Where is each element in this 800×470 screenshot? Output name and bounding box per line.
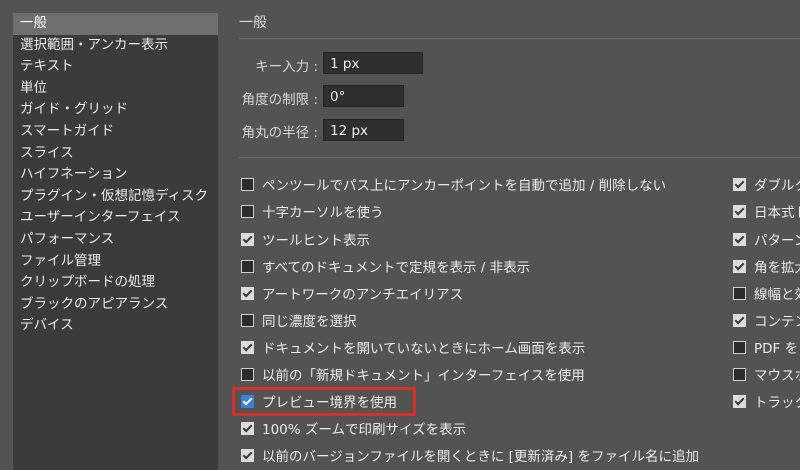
key-input-label: キー入力 : [255,59,318,75]
option-label: ドキュメントを開いていないときにホーム画面を表示 [262,341,586,357]
checkbox[interactable] [241,286,254,300]
option-label: 以前のバージョンファイルを開くときに [更新済み] をファイル名に追加 [262,449,699,465]
sidebar-item-hyphenation[interactable]: ハイフネーション [13,164,218,186]
corner-radius-field[interactable]: 12 px [323,119,404,141]
highlight-annotation [232,387,416,416]
option-right-0[interactable]: ダブルク [733,174,800,194]
option-print-size-100-zoom[interactable]: 100% ズームで印刷サイズを表示 [241,418,466,438]
sidebar-item-devices[interactable]: デバイス [13,315,218,337]
option-label: 角を拡大 [754,260,800,276]
option-show-home-screen[interactable]: ドキュメントを開いていないときにホーム画面を表示 [241,337,585,357]
checkbox[interactable] [241,259,254,273]
checkbox[interactable] [733,177,746,191]
checkbox[interactable] [241,340,254,354]
sidebar-item-black-appearance[interactable]: ブラックのアピアランス [13,294,218,316]
title-divider [239,38,800,39]
sidebar-item-selection-anchor[interactable]: 選択範囲・アンカー表示 [13,35,218,57]
option-precise-cursors[interactable]: 十字カーソルを使う [241,201,384,221]
option-right-8[interactable]: トラック [733,391,800,411]
option-label: ダブルク [754,178,800,194]
angle-constraint-field[interactable]: 0° [323,85,404,107]
option-label: マウスホ [754,368,800,384]
sidebar-item-guides-grid[interactable]: ガイド・グリッド [13,99,218,121]
checkbox[interactable] [733,367,746,381]
checkbox[interactable] [241,421,254,435]
angle-constraint-label: 角度の制限 : [241,92,318,108]
checkbox[interactable] [733,204,746,218]
sidebar-item-slices[interactable]: スライス [13,143,218,165]
option-label: パターン [754,233,800,249]
option-rulers-all-documents[interactable]: すべてのドキュメントで定規を表示 / 非表示 [241,256,530,276]
checkbox[interactable] [241,313,254,327]
option-right-7[interactable]: マウスホ [733,364,800,384]
option-select-same-tint[interactable]: 同じ濃度を選択 [241,310,357,330]
checkbox[interactable] [733,394,746,408]
option-label: 同じ濃度を選択 [262,314,357,330]
option-label: 線幅と効 [754,287,800,303]
preferences-sidebar: 一般 選択範囲・アンカー表示 テキスト 単位 ガイド・グリッド スマートガイド … [13,13,218,470]
sidebar-item-general[interactable]: 一般 [13,13,218,35]
option-append-converted[interactable]: 以前のバージョンファイルを開くときに [更新済み] をファイル名に追加 [241,445,699,465]
option-label: コンテン [754,314,800,330]
checkbox[interactable] [733,232,746,246]
option-legacy-new-document[interactable]: 以前の「新規ドキュメント」インターフェイスを使用 [241,364,585,384]
checkbox[interactable] [241,448,254,462]
corner-radius-label: 角丸の半径 : [241,125,318,141]
key-input-field[interactable]: 1 px [323,52,423,74]
option-right-6[interactable]: PDF を [733,337,798,357]
option-label: ツールヒント表示 [262,233,370,249]
option-right-2[interactable]: パターン [733,229,800,249]
option-label: 十字カーソルを使う [262,205,384,221]
checkbox[interactable] [241,232,254,246]
sidebar-item-user-interface[interactable]: ユーザーインターフェイス [13,207,218,229]
sidebar-item-clipboard[interactable]: クリップボードの処理 [13,272,218,294]
checkbox[interactable] [733,286,746,300]
option-right-4[interactable]: 線幅と効 [733,283,800,303]
checkbox[interactable] [733,259,746,273]
option-right-3[interactable]: 角を拡大 [733,256,800,276]
option-right-1[interactable]: 日本式ト [733,201,800,221]
option-antialiased-artwork[interactable]: アートワークのアンチエイリアス [241,283,463,303]
sidebar-item-text[interactable]: テキスト [13,56,218,78]
checkbox[interactable] [241,367,254,381]
checkbox[interactable] [733,313,746,327]
checkbox[interactable] [241,177,254,191]
checkbox[interactable] [241,204,254,218]
option-show-tool-tips[interactable]: ツールヒント表示 [241,229,370,249]
option-label: 日本式ト [754,205,800,221]
sidebar-item-performance[interactable]: パフォーマンス [13,229,218,251]
option-label: 100% ズームで印刷サイズを表示 [262,422,467,438]
option-label: PDF を [754,341,799,357]
option-label: すべてのドキュメントで定規を表示 / 非表示 [262,260,531,276]
option-label: ペンツールでパス上にアンカーポイントを自動で追加 / 削除しない [262,178,667,194]
sidebar-item-file-handling[interactable]: ファイル管理 [13,251,218,273]
sidebar-item-units[interactable]: 単位 [13,78,218,100]
checkbox[interactable] [733,340,746,354]
option-pen-auto-add-delete[interactable]: ペンツールでパス上にアンカーポイントを自動で追加 / 削除しない [241,174,666,194]
sidebar-item-smart-guides[interactable]: スマートガイド [13,121,218,143]
section-divider [239,157,800,158]
panel-title: 一般 [239,15,267,31]
option-right-5[interactable]: コンテン [733,310,800,330]
sidebar-item-plugins-scratch[interactable]: プラグイン・仮想記憶ディスク [13,186,218,208]
option-label: アートワークのアンチエイリアス [262,287,464,303]
option-label: トラック [754,395,800,411]
option-label: 以前の「新規ドキュメント」インターフェイスを使用 [262,368,585,384]
